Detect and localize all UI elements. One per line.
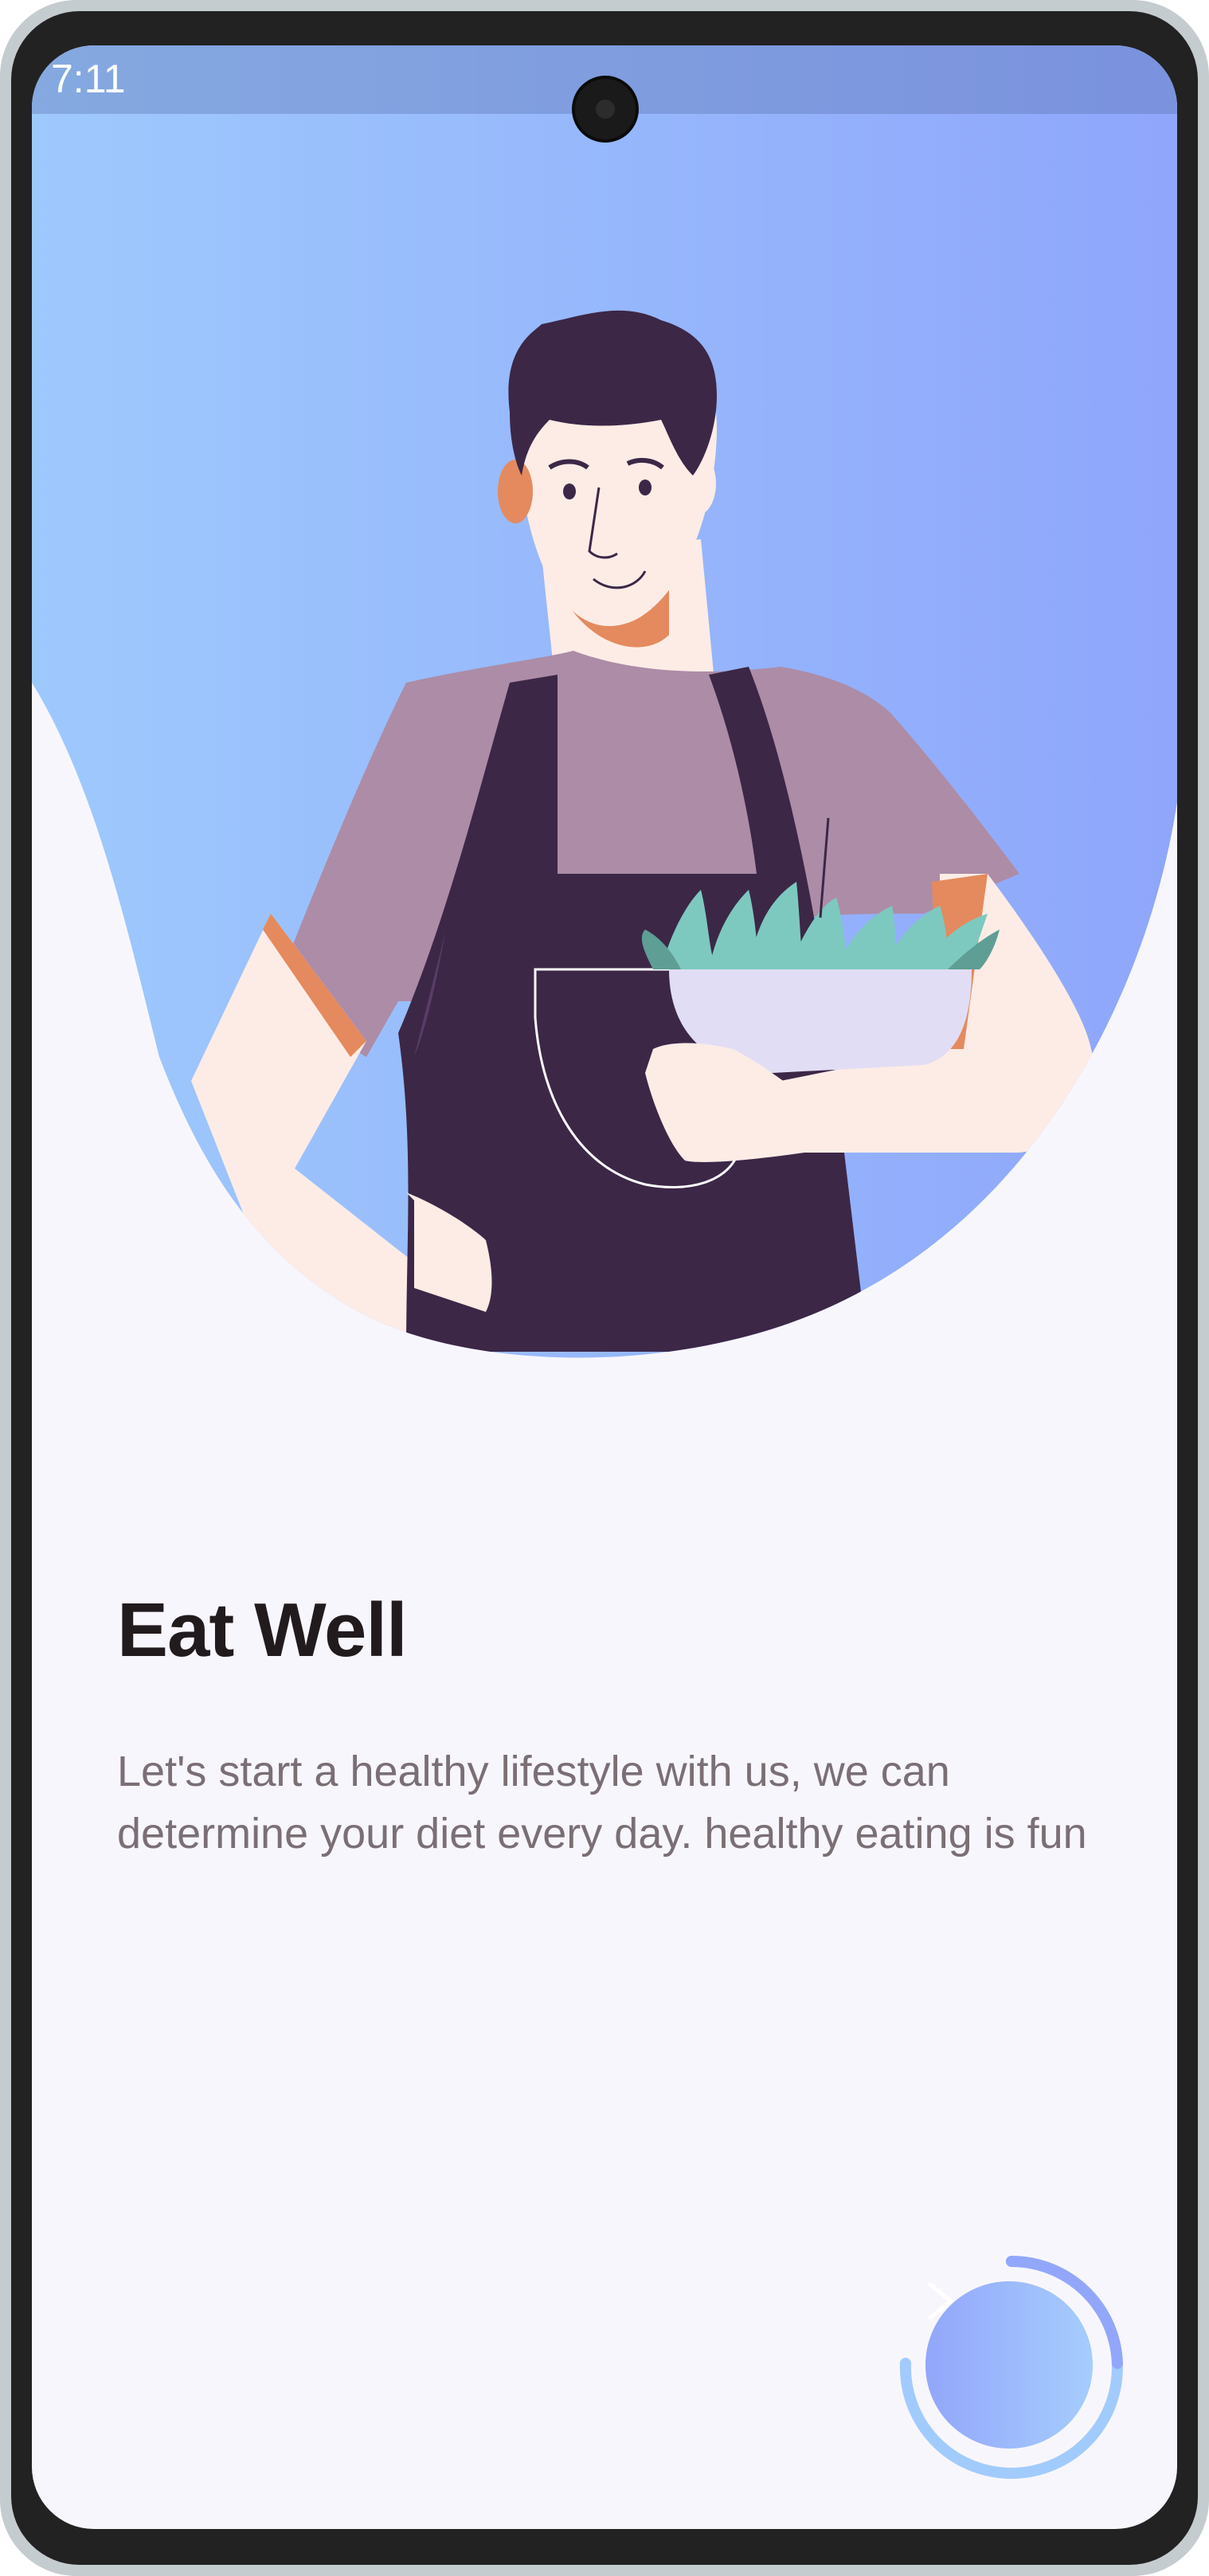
onboarding-title: Eat Well [117,1587,408,1673]
hero-illustration [32,45,1177,1400]
hero-blob [32,45,1177,1358]
onboarding-screen: 7:11 Eat Well Let's start a healthy life… [32,45,1177,2529]
chevron-right-icon [928,2282,953,2320]
next-button-container [896,2252,1127,2483]
phone-frame: 7:11 Eat Well Let's start a healthy life… [0,0,1209,2576]
front-camera [572,76,639,143]
next-button[interactable] [925,2281,1093,2449]
onboarding-description: Let's start a healthy lifestyle with us,… [117,1748,1087,1858]
status-time: 7:11 [51,57,126,101]
